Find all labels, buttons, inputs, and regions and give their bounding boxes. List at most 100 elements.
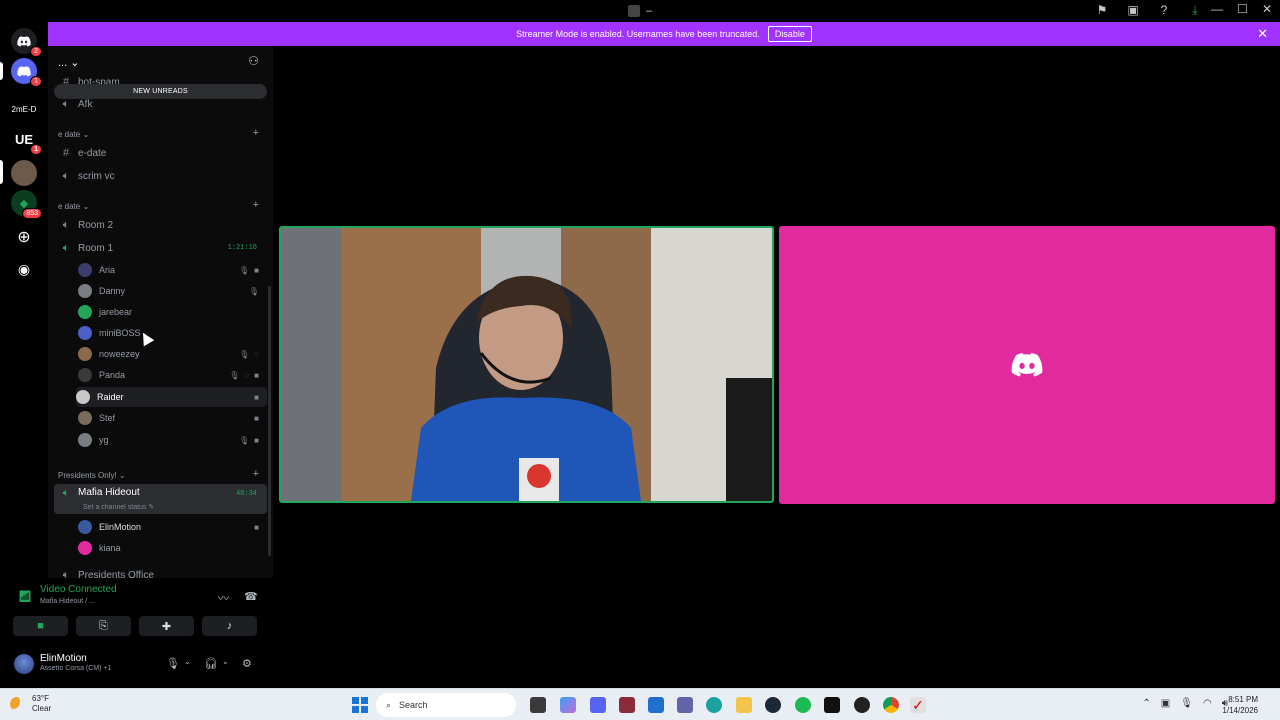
speaker-icon: 🔈︎ [62,218,70,231]
voice-user[interactable]: Danny 🎙︎ [78,281,267,301]
headphones-icon[interactable]: 🎧︎ [204,657,218,670]
screen-share-button[interactable]: ⎘ [76,616,131,636]
app-icon-3[interactable]: ✓ [910,697,926,713]
discord-home-icon[interactable]: 2 [11,28,42,57]
discord-server-icon[interactable]: 1 [11,58,42,87]
chevron-down-icon[interactable]: ⌄ [222,657,229,666]
noise-suppression-icon[interactable]: 〰 [218,590,229,606]
terminal-icon[interactable] [824,697,840,713]
maximize-button[interactable]: ☐ [1237,2,1248,16]
voice-user[interactable]: miniBOSS [78,323,267,343]
avatar [78,263,92,277]
app-icon-2[interactable] [854,697,870,713]
avatar [78,305,92,319]
speaker-icon: 🔈︎ [62,169,70,182]
add-channel-icon[interactable]: + [253,468,259,480]
flag-icon[interactable]: ⚑ [1095,3,1109,17]
soundboard-button[interactable]: ♪ [202,616,257,636]
channel-room-2[interactable]: 🔈︎ Room 2 [54,215,267,235]
channel-label: Mafia Hideout [78,487,140,498]
photo-server-icon[interactable] [11,160,37,186]
channel-e-date[interactable]: # e-date [54,143,267,163]
disable-streamer-mode-button[interactable]: Disable [767,26,812,42]
channel-afk[interactable]: 🔈︎ Afk [54,94,267,114]
tray-app-icon[interactable]: ▣ [1161,698,1170,709]
close-window-button[interactable]: ✕ [1262,2,1272,16]
server-badge: 1 [30,76,42,87]
task-view-icon[interactable] [530,697,546,713]
signal-icon[interactable]: 📶︎ [18,590,32,603]
server-2me-d[interactable]: 2mE-D [6,96,42,122]
voice-user[interactable]: ElinMotion ■ [78,517,267,537]
taskbar-clock[interactable]: 8:51 PM 1/14/2026 [1222,694,1258,716]
edge-icon[interactable] [706,697,722,713]
camera-icon: ■ [254,265,259,275]
voice-user[interactable]: Panda 🎙︎ ◌ ■ [78,365,267,385]
wifi-icon[interactable]: ◠ [1203,698,1212,709]
inbox-icon[interactable]: ▣ [1126,3,1140,17]
green-server-icon[interactable]: ◆ 853 [11,190,42,219]
channel-presidents-office[interactable]: 🔈︎ Presidents Office [54,565,267,579]
add-channel-icon[interactable]: + [253,127,259,139]
taskbar-search[interactable]: ⌕ Search [376,693,516,717]
scrollbar[interactable] [268,286,271,556]
category-presidents-only[interactable]: Presidents Only! ⌄ [58,471,126,480]
user-panel-name[interactable]: ElinMotion [40,653,87,664]
discover-icon[interactable]: ◉ [11,256,37,282]
copilot-icon[interactable] [560,697,576,713]
camera-button[interactable]: ■ [13,616,68,636]
muted-icon: 🎙︎ [248,286,259,296]
category-e-date[interactable]: e date ⌄ [58,130,89,139]
voice-user[interactable]: yg 🎙︎ ■ [78,430,267,450]
add-server-icon[interactable]: ⊕ [11,224,37,250]
add-channel-icon[interactable]: + [253,199,259,211]
invite-icon[interactable]: ⚇ [248,54,259,68]
user-name: jarebear [99,307,133,317]
weather-widget[interactable]: 63°F Clear [10,694,51,714]
chrome-icon[interactable] [883,697,899,713]
disconnect-icon[interactable]: ☎ [244,590,258,603]
video-tile-placeholder[interactable] [779,226,1275,504]
channel-status[interactable]: Set a channel status ✎ [83,503,154,511]
voice-user[interactable]: Aria 🎙︎ ■ [78,260,267,280]
teams-icon[interactable] [677,697,693,713]
voice-status[interactable]: Video Connected [40,584,117,595]
chevron-down-icon[interactable]: ⌄ [184,657,191,666]
download-icon[interactable]: ⤓ [1188,3,1202,17]
window-thumbnail-icon [628,5,640,17]
help-icon[interactable]: ? [1157,3,1171,17]
close-icon[interactable]: ✕ [1257,26,1268,42]
microphone-icon[interactable]: 🎙︎ [166,657,180,670]
server-ue[interactable]: UE 1 [11,126,42,155]
discord-taskbar-icon[interactable] [590,697,606,713]
voice-user[interactable]: noweezey 🎙︎ ◌ [78,344,267,364]
activities-button[interactable]: ✚ [139,616,194,636]
camera-icon: ■ [254,370,259,380]
store-icon[interactable] [648,697,664,713]
microphone-icon[interactable]: 🎙︎ [1180,698,1193,709]
channel-sidebar: ... ⌄ ⚇ # bot-spam NEW UNREADS 🔈︎ Afk e … [48,46,273,578]
avatar[interactable] [14,654,34,674]
steam-icon[interactable] [765,697,781,713]
file-explorer-icon[interactable] [736,697,752,713]
muted-icon: 🎙︎ [239,349,250,359]
gear-icon[interactable]: ⚙ [242,657,252,670]
voice-user[interactable]: Stef ■ [78,408,267,428]
minimize-button[interactable]: — [1211,2,1223,16]
chevron-up-icon[interactable]: ⌃ [1142,698,1150,709]
voice-channel[interactable]: Mafia Hideout / ... [40,598,95,605]
app-icon[interactable] [619,697,635,713]
speaker-icon: 🔈︎ [62,97,70,110]
video-tile-camera[interactable] [279,226,774,503]
spotify-icon[interactable] [795,697,811,713]
voice-user[interactable]: jarebear [78,302,267,322]
channel-mafia-hideout[interactable]: 🔈︎ Mafia Hideout 48:34 Set a channel sta… [54,484,267,514]
channel-room-1[interactable]: 🔈︎ Room 1 1:21:16 [54,238,267,258]
windows-start-icon[interactable] [352,697,368,713]
system-tray: ⌃ ▣ 🎙︎ ◠ 🔊︎ [1142,698,1228,709]
channel-label: e-date [78,147,107,159]
channel-scrim-vc[interactable]: 🔈︎ scrim vc [54,166,267,186]
voice-user[interactable]: Raider ■ [76,387,267,407]
category-e-date-2[interactable]: e date ⌄ [58,202,89,211]
voice-user[interactable]: kiana [78,538,267,558]
